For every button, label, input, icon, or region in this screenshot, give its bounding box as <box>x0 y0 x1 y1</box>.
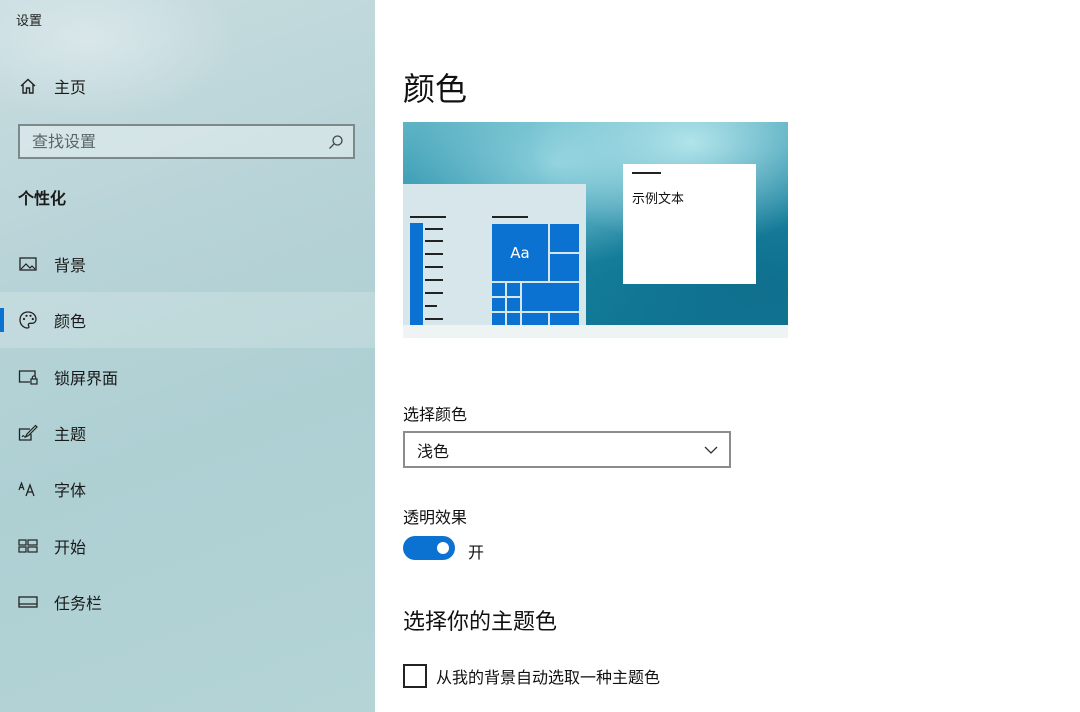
search-icon[interactable] <box>325 131 347 153</box>
sidebar-item-label: 颜色 <box>54 312 87 331</box>
sidebar: 设置 主页 个性化 背景 颜色 锁屏界面 <box>0 0 375 712</box>
transparency-label: 透明效果 <box>403 508 468 527</box>
sidebar-item-label: 字体 <box>54 481 87 500</box>
section-title: 个性化 <box>18 189 67 208</box>
lock-screen-icon <box>18 367 38 387</box>
sidebar-item-lock-screen[interactable]: 锁屏界面 <box>0 349 375 405</box>
nav-home[interactable]: 主页 <box>0 58 375 114</box>
toggle-knob <box>437 542 449 554</box>
home-icon <box>18 76 38 96</box>
sidebar-item-label: 开始 <box>54 538 87 557</box>
sidebar-item-background[interactable]: 背景 <box>0 236 375 292</box>
transparency-toggle[interactable] <box>403 536 455 560</box>
color-preview: Aa 示例文本 <box>403 122 788 338</box>
accent-heading: 选择你的主题色 <box>403 610 558 635</box>
main-panel: 颜色 Aa 示例文本 选择颜色 浅色 透明效果 开 选择你的主题色 从我的背景自… <box>375 0 1080 712</box>
palette-icon <box>18 310 38 330</box>
start-icon <box>18 536 38 556</box>
preview-start-menu: Aa <box>403 184 586 325</box>
sidebar-item-themes[interactable]: 主题 <box>0 405 375 461</box>
nav-home-label: 主页 <box>54 78 87 97</box>
sidebar-item-label: 锁屏界面 <box>54 369 119 388</box>
taskbar-icon <box>18 592 38 612</box>
search-input[interactable] <box>20 132 325 151</box>
page-title: 颜色 <box>403 70 468 108</box>
choose-color-dropdown[interactable]: 浅色 <box>403 431 731 468</box>
sidebar-item-label: 主题 <box>54 425 87 444</box>
image-icon <box>18 254 38 274</box>
search-box[interactable] <box>18 124 355 159</box>
sidebar-item-fonts[interactable]: 字体 <box>0 461 375 517</box>
auto-accent-label: 从我的背景自动选取一种主题色 <box>436 668 661 687</box>
auto-accent-checkbox[interactable] <box>403 664 427 688</box>
preview-window-titlebar <box>632 172 661 174</box>
preview-bottom-strip <box>403 325 788 338</box>
preview-tile-aa: Aa <box>492 224 548 281</box>
sidebar-item-start[interactable]: 开始 <box>0 518 375 574</box>
preview-tiles: Aa <box>492 224 579 325</box>
preview-app-list <box>410 223 423 325</box>
chevron-down-icon <box>703 442 719 458</box>
theme-brush-icon <box>18 423 38 443</box>
font-icon <box>18 479 38 499</box>
choose-color-label: 选择颜色 <box>403 405 468 424</box>
sidebar-item-label: 背景 <box>54 256 87 275</box>
transparency-state: 开 <box>468 543 485 562</box>
auto-accent-option[interactable]: 从我的背景自动选取一种主题色 <box>403 664 660 688</box>
preview-sample-text: 示例文本 <box>632 192 685 207</box>
app-title: 设置 <box>16 14 43 29</box>
sidebar-item-taskbar[interactable]: 任务栏 <box>0 574 375 630</box>
choose-color-value: 浅色 <box>417 441 450 461</box>
preview-window: 示例文本 <box>623 164 756 284</box>
sidebar-item-colors[interactable]: 颜色 <box>0 292 375 348</box>
sidebar-item-label: 任务栏 <box>54 594 103 613</box>
